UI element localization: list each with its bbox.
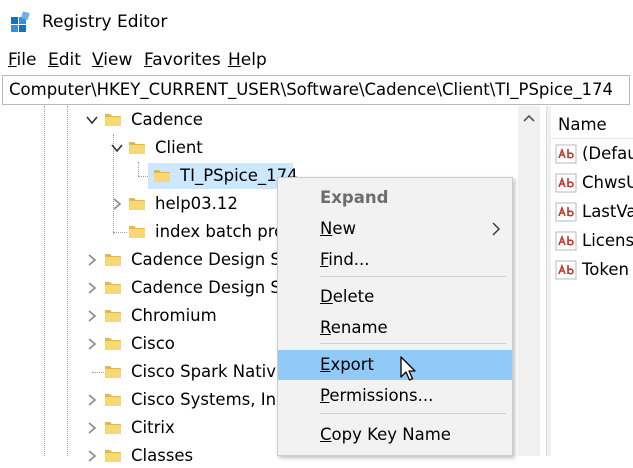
tree-item-label: Chromium: [131, 306, 217, 325]
chevron-down-icon[interactable]: [111, 142, 123, 154]
chevron-right-icon[interactable]: [86, 338, 98, 350]
folder-icon: [129, 142, 145, 154]
tree-scrollbar[interactable]: [518, 106, 540, 456]
menu-item-rename[interactable]: Rename: [278, 313, 512, 343]
menu-view[interactable]: View: [92, 50, 132, 70]
tree-item-label: Cadence Design Sy: [131, 250, 291, 269]
menu-separator: [320, 276, 506, 277]
folder-icon: [105, 338, 121, 350]
tree-item-label: Citrix: [131, 418, 175, 437]
value-name: LastVa: [582, 202, 633, 221]
string-value-icon: [555, 260, 577, 280]
folder-icon: [105, 310, 121, 322]
menu-item-delete[interactable]: Delete: [278, 282, 512, 312]
tree-item[interactable]: Cadence: [0, 106, 516, 132]
menu-file[interactable]: File: [8, 50, 36, 70]
chevron-right-icon[interactable]: [86, 254, 98, 266]
menu-item-label: Export: [320, 355, 375, 374]
tree-item[interactable]: Client: [0, 134, 516, 160]
value-name: (Defau: [582, 144, 633, 163]
tree-item-label: help03.12: [155, 194, 238, 213]
column-header-label: Name: [558, 115, 607, 134]
tree-item-label: Cisco: [131, 334, 175, 353]
menu-bar: File Edit View Favorites Help: [0, 46, 633, 74]
menu-item-expand[interactable]: Expand: [278, 183, 512, 213]
menu-item-label: Find...: [320, 250, 370, 269]
menu-edit[interactable]: Edit: [48, 50, 81, 70]
chevron-down-icon[interactable]: [86, 114, 98, 126]
tree-item-label: Client: [155, 138, 203, 157]
mouse-pointer-icon: [400, 356, 416, 381]
address-path[interactable]: Computer\HKEY_CURRENT_USER\Software\Cade…: [9, 80, 613, 99]
folder-icon: [105, 450, 121, 462]
registry-editor-icon: [11, 11, 30, 32]
folder-icon: [105, 114, 121, 126]
chevron-right-icon[interactable]: [86, 394, 98, 406]
tree-item-label: Cadence: [131, 110, 203, 129]
folder-icon: [129, 226, 145, 238]
menu-separator: [320, 413, 506, 414]
context-menu: Expand New Find... Delete Rename Export Permis…: [277, 177, 513, 456]
values-pane[interactable]: Name (Defau ChwsU LastVa License Token: [551, 106, 633, 456]
chevron-right-icon[interactable]: [86, 282, 98, 294]
value-row[interactable]: LastVa: [555, 200, 633, 224]
chevron-right-icon[interactable]: [111, 198, 123, 210]
chevron-right-icon[interactable]: [86, 422, 98, 434]
string-value-icon: [555, 202, 577, 222]
folder-icon: [105, 254, 121, 266]
column-header-name[interactable]: Name: [551, 106, 633, 139]
value-row[interactable]: ChwsU: [555, 171, 633, 195]
submenu-arrow-icon: [492, 222, 500, 236]
menu-item-label: Permissions...: [320, 386, 434, 405]
value-name: License: [582, 231, 633, 250]
menu-item-label: Rename: [320, 318, 388, 337]
value-name: Token: [582, 260, 629, 279]
menu-separator: [320, 343, 506, 344]
menu-item-label: Delete: [320, 287, 375, 306]
menu-item-permissions[interactable]: Permissions...: [278, 381, 512, 411]
menu-item-export[interactable]: Export: [278, 350, 512, 380]
menu-favorites[interactable]: Favorites: [144, 50, 221, 70]
title-bar: Registry Editor: [0, 0, 633, 44]
window-title: Registry Editor: [42, 12, 168, 32]
value-name: ChwsU: [582, 173, 633, 192]
folder-icon: [105, 422, 121, 434]
tree-item-label: index batch pro: [155, 222, 285, 241]
tree-item-label: Cisco Systems, Inc: [131, 390, 286, 409]
string-value-icon: [555, 173, 577, 193]
tree-item-label: Cisco Spark Native: [131, 362, 287, 381]
value-row[interactable]: Token: [555, 258, 633, 282]
chevron-right-icon[interactable]: [86, 310, 98, 322]
folder-icon: [105, 394, 121, 406]
menu-item-find[interactable]: Find...: [278, 245, 512, 275]
menu-item-label: New: [320, 219, 356, 238]
tree-item-label: Cadence Design Sy: [131, 278, 291, 297]
menu-item-label: Expand: [320, 188, 389, 207]
string-value-icon: [555, 144, 577, 164]
address-bar[interactable]: Computer\HKEY_CURRENT_USER\Software\Cade…: [2, 75, 630, 105]
string-value-icon: [555, 231, 577, 251]
menu-item-new[interactable]: New: [278, 214, 512, 244]
menu-item-label: Copy Key Name: [320, 425, 451, 444]
folder-icon: [105, 282, 121, 294]
menu-item-copy-key-name[interactable]: Copy Key Name: [278, 420, 512, 450]
folder-icon: [129, 198, 145, 210]
menu-help[interactable]: Help: [228, 50, 267, 70]
value-row[interactable]: (Defau: [555, 142, 633, 166]
folder-icon: [105, 366, 121, 378]
scroll-up-icon[interactable]: [523, 114, 535, 122]
value-row[interactable]: License: [555, 229, 633, 253]
folder-icon: [154, 170, 170, 182]
chevron-right-icon[interactable]: [86, 450, 98, 462]
